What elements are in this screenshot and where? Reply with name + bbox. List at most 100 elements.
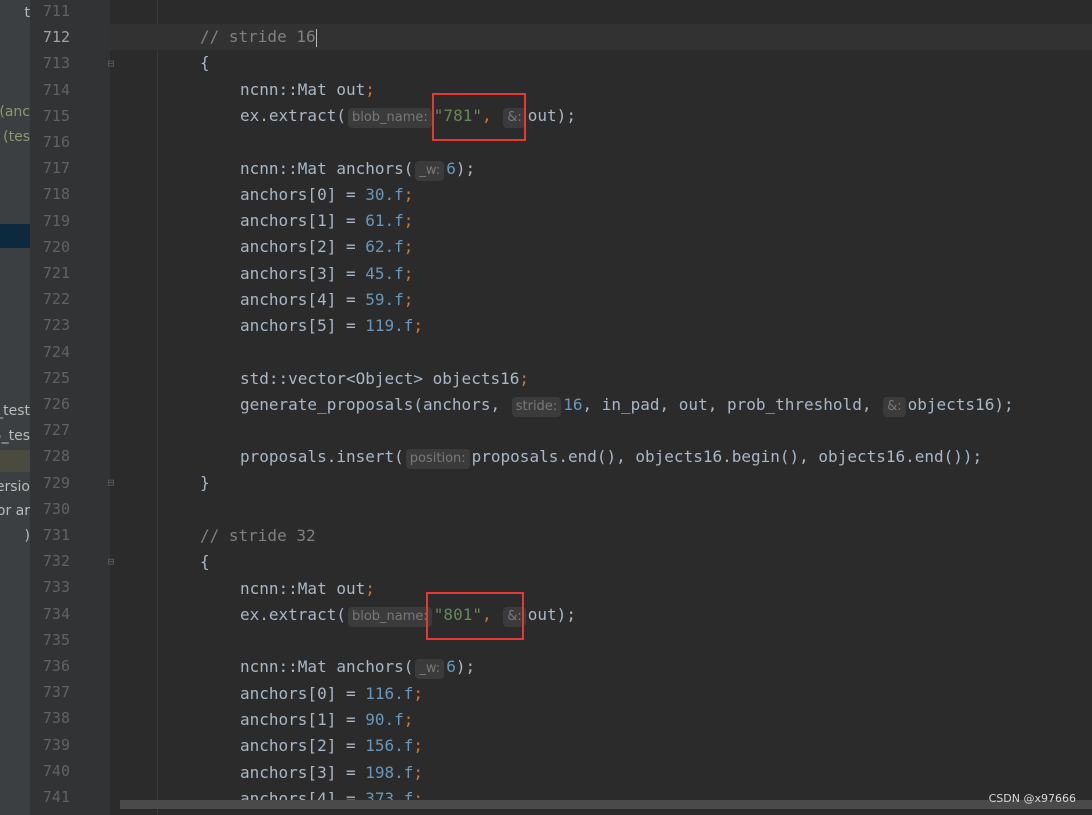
- code-line-721[interactable]: anchors[3] = 45.f;: [240, 261, 413, 287]
- code-line-726[interactable]: generate_proposals(anchors, stride: 16, i…: [240, 392, 1014, 418]
- code-line-714[interactable]: ncnn::Mat out;: [240, 77, 375, 103]
- call: generate_proposals(anchors,: [240, 395, 501, 414]
- semicolon: ;: [365, 80, 375, 99]
- operator: =: [336, 185, 366, 204]
- line-number: 713: [42, 54, 70, 73]
- project-fragment[interactable]: _test: [0, 400, 30, 422]
- line-number: 712: [42, 28, 70, 47]
- param-hint: blob_name:: [347, 108, 432, 128]
- line-number: 726: [42, 395, 70, 413]
- code-line-733[interactable]: ncnn::Mat out;: [240, 576, 375, 602]
- project-fragment[interactable]: 5_tes: [0, 425, 30, 447]
- code-line-729[interactable]: }: [200, 470, 210, 496]
- number: 6: [446, 657, 456, 676]
- code-line-712[interactable]: // stride 16: [200, 24, 317, 50]
- code-line-720[interactable]: anchors[2] = 62.f;: [240, 234, 413, 260]
- semicolon: ;: [403, 289, 414, 309]
- array-access: anchors[1]: [240, 710, 337, 730]
- horizontal-scrollbar[interactable]: [120, 800, 1092, 809]
- code-line-732[interactable]: {: [200, 549, 210, 575]
- semicolon: ;: [365, 579, 375, 598]
- code-line-734[interactable]: ex.extract(blob_name: "801", &: out);: [240, 602, 576, 628]
- line-number: 739: [42, 735, 70, 754]
- end: );: [455, 657, 476, 676]
- project-fragment[interactable]: or ar: [0, 500, 30, 522]
- array-access: anchors[3]: [240, 762, 337, 782]
- semicolon: ;: [403, 263, 414, 283]
- fold-end-icon[interactable]: ⊟: [106, 477, 116, 488]
- semicolon: ;: [519, 369, 529, 388]
- declaration: std::vector<Object> objects16: [240, 369, 520, 388]
- line-number: 723: [42, 316, 70, 335]
- array-access: anchors[0]: [240, 185, 337, 204]
- operator: =: [336, 316, 366, 335]
- line-number: 719: [42, 211, 70, 230]
- project-panel[interactable]: t (anc (tes _test 5_tes ersio or ar ): [0, 0, 30, 815]
- line-number: 741: [42, 788, 70, 806]
- variable: out: [336, 579, 366, 598]
- comment: // stride 16: [200, 27, 316, 46]
- code-line-739[interactable]: anchors[2] = 156.f;: [240, 733, 423, 759]
- code-line-719[interactable]: anchors[1] = 61.f;: [240, 208, 413, 234]
- declaration: ncnn::Mat anchors(: [240, 159, 414, 178]
- number: 6: [446, 159, 456, 178]
- comment: // stride 32: [200, 526, 316, 545]
- code-line-718[interactable]: anchors[0] = 30.f;: [240, 182, 413, 208]
- project-fragment[interactable]: ersio: [0, 476, 30, 498]
- code-line-723[interactable]: anchors[5] = 119.f;: [240, 313, 423, 339]
- semicolon: ;: [413, 316, 424, 335]
- semicolon: ;: [403, 237, 414, 257]
- project-fragment[interactable]: (tes: [3, 126, 30, 148]
- variable: out: [336, 80, 366, 99]
- array-access: anchors[1]: [240, 211, 337, 231]
- project-fragment[interactable]: (anc: [0, 101, 30, 123]
- brace: {: [200, 53, 210, 72]
- param-hint: blob_name:: [347, 607, 432, 627]
- brace: }: [200, 473, 210, 492]
- type: ncnn::Mat: [240, 579, 327, 598]
- line-number: 718: [42, 185, 70, 204]
- line-number: 730: [42, 499, 70, 518]
- number: 30.f: [365, 185, 404, 204]
- param-hint: _w:: [415, 659, 445, 679]
- operator: =: [336, 211, 366, 231]
- code-line-738[interactable]: anchors[1] = 90.f;: [240, 707, 413, 733]
- code-line-725[interactable]: std::vector<Object> objects16;: [240, 366, 529, 392]
- semicolon: ;: [403, 211, 414, 231]
- operator: =: [336, 762, 366, 782]
- argument: out);: [527, 106, 576, 125]
- declaration: ncnn::Mat anchors(: [240, 657, 414, 676]
- line-number: 721: [42, 264, 70, 282]
- fold-marker-icon[interactable]: ⊟: [106, 556, 116, 567]
- line-number: 731: [42, 526, 70, 544]
- array-access: anchors[2]: [240, 736, 337, 756]
- number: 119.f: [365, 316, 414, 335]
- code-line-736[interactable]: ncnn::Mat anchors(_w: 6);: [240, 654, 475, 680]
- argument: out);: [527, 605, 576, 624]
- code-line-737[interactable]: anchors[0] = 116.f;: [240, 681, 423, 707]
- array-access: anchors[0]: [240, 684, 337, 703]
- number: 61.f: [365, 211, 404, 231]
- line-number: 738: [42, 709, 70, 728]
- code-line-731[interactable]: // stride 32: [200, 523, 316, 549]
- operator: =: [336, 263, 366, 283]
- semicolon: ;: [413, 684, 424, 703]
- line-number: 736: [42, 657, 70, 675]
- arguments: , in_pad, out, prob_threshold,: [582, 395, 872, 414]
- operator: =: [336, 710, 366, 730]
- semicolon: ;: [403, 710, 414, 730]
- arguments: proposals.end(), objects16.begin(), obje…: [471, 447, 983, 466]
- call: proposals.insert(: [240, 447, 404, 466]
- line-number: 714: [42, 80, 70, 99]
- operator: =: [336, 237, 366, 257]
- code-line-728[interactable]: proposals.insert(position: proposals.end(…: [240, 444, 982, 470]
- code-line-740[interactable]: anchors[3] = 198.f;: [240, 760, 423, 786]
- code-line-722[interactable]: anchors[4] = 59.f;: [240, 287, 413, 313]
- fold-marker-icon[interactable]: ⊟: [106, 58, 116, 69]
- line-number: 717: [42, 159, 70, 178]
- param-hint: &:: [883, 397, 906, 417]
- code-line-717[interactable]: ncnn::Mat anchors(_w: 6);: [240, 156, 475, 182]
- brace: {: [200, 552, 210, 571]
- project-selected-row[interactable]: [0, 224, 30, 248]
- code-line-713[interactable]: {: [200, 50, 210, 76]
